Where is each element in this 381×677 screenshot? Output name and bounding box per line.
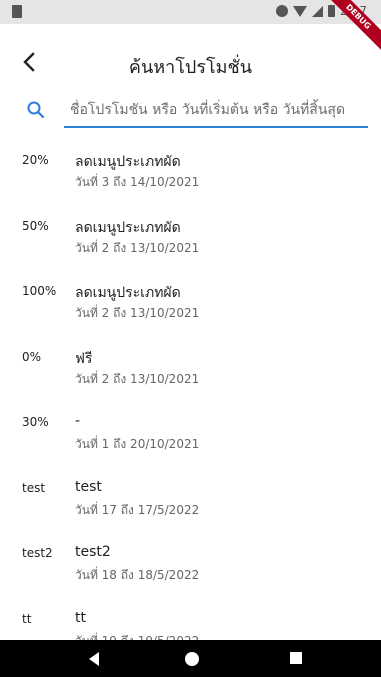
wifi-icon	[293, 5, 308, 17]
cell-signal-icon	[312, 5, 324, 17]
list-item[interactable]: 30% - วันที่ 1 ถึง 20/10/2021	[0, 402, 381, 468]
promotion-dates: วันที่ 18 ถึง 18/5/2022	[75, 568, 200, 582]
promotion-discount: 0%	[22, 349, 42, 364]
list-item[interactable]: 50% ลดเมนูประเภทผัด วันที่ 2 ถึง 13/10/2…	[0, 206, 381, 272]
promotion-dates: วันที่ 3 ถึง 14/10/2021	[75, 175, 200, 189]
promotion-discount: test2	[22, 546, 53, 560]
search-bar	[0, 90, 381, 134]
promotion-discount: 20%	[22, 153, 49, 167]
sim-card-icon	[12, 5, 22, 18]
promotion-dates: วันที่ 1 ถึง 20/10/2021	[75, 437, 200, 451]
status-bar: 2:37 DEBUG	[0, 0, 381, 54]
promotion-discount: tt	[22, 611, 32, 626]
promotion-name: ลดเมนูประเภทผัด	[75, 219, 181, 236]
list-item[interactable]: 20% ลดเมนูประเภทผัด วันที่ 3 ถึง 14/10/2…	[0, 140, 381, 206]
promotion-name: test	[75, 478, 102, 495]
do-not-disturb-icon	[276, 5, 289, 17]
list-item[interactable]: test2 test2 วันที่ 18 ถึง 18/5/2022	[0, 533, 381, 599]
search-icon	[27, 101, 45, 119]
promotion-dates: วันที่ 2 ถึง 13/10/2021	[75, 371, 200, 386]
promotion-dates: วันที่ 17 ถึง 17/5/2022	[75, 502, 200, 517]
list-item[interactable]: 100% ลดเมนูประเภทผัด วันที่ 2 ถึง 13/10/…	[0, 271, 381, 337]
promotion-name: -	[75, 413, 81, 429]
search-input[interactable]	[64, 94, 368, 128]
battery-icon	[328, 5, 336, 17]
promotion-name: ลดเมนูประเภทผัด	[75, 285, 181, 301]
promotion-discount: test	[22, 480, 46, 495]
list-item[interactable]: tt tt วันที่ 19 ถึง 19/5/2022	[0, 599, 381, 641]
page-title: ค้นหาโปรโมชั่น	[128, 57, 253, 78]
nav-home-icon[interactable]	[185, 652, 199, 666]
list-item[interactable]: test test วันที่ 17 ถึง 17/5/2022	[0, 468, 381, 534]
list-item[interactable]: 0% ฟรี วันที่ 2 ถึง 13/10/2021	[0, 337, 381, 403]
promotion-name: test2	[75, 544, 111, 560]
nav-back-icon[interactable]	[89, 652, 99, 666]
promotion-list: 20% ลดเมนูประเภทผัด วันที่ 3 ถึง 14/10/2…	[0, 140, 381, 640]
promotion-discount: 30%	[22, 415, 49, 429]
promotion-dates: วันที่ 2 ถึง 13/10/2021	[75, 240, 200, 255]
promotion-dates: วันที่ 19 ถึง 19/5/2022	[75, 632, 199, 641]
promotion-name: ลดเมนูประเภทผัด	[75, 154, 181, 170]
promotion-dates: วันที่ 2 ถึง 13/10/2021	[75, 306, 200, 320]
promotion-name: ฟรี	[75, 350, 93, 367]
app-bar: ค้นหาโปรโมชั่น	[0, 40, 381, 84]
promotion-discount: 100%	[22, 284, 57, 298]
system-nav-bar	[0, 640, 381, 677]
promotion-name: tt	[75, 609, 86, 626]
promotion-discount: 50%	[22, 218, 49, 233]
nav-recents-icon[interactable]	[290, 652, 302, 664]
